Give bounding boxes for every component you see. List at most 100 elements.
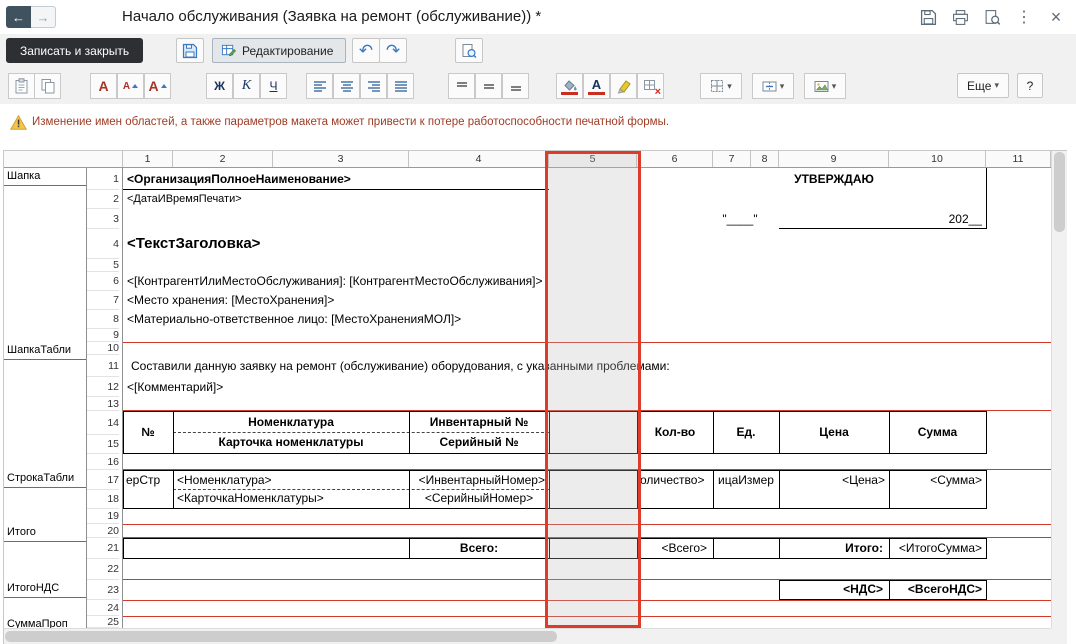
print-icon[interactable]	[950, 7, 970, 27]
cell-nds[interactable]: <НДС>	[779, 580, 883, 599]
row-header[interactable]: 8	[87, 310, 119, 329]
cell-th-unit[interactable]: Ед.	[713, 411, 779, 453]
font-size-decrease-button[interactable]: А	[117, 73, 144, 99]
vertical-scrollbar[interactable]	[1051, 151, 1067, 628]
back-button[interactable]: ←	[6, 6, 31, 28]
row-header[interactable]: 25	[87, 616, 119, 628]
row-header[interactable]: 3	[87, 209, 119, 229]
column-header[interactable]: 11	[986, 151, 1051, 167]
more-menu-icon[interactable]: ⋮	[1014, 7, 1034, 27]
cell-approve[interactable]: УТВЕРЖДАЮ	[779, 168, 889, 190]
cell-th-sum[interactable]: Сумма	[889, 411, 986, 453]
row-header[interactable]: 12	[87, 377, 119, 397]
cell-row-price[interactable]: <Цена>	[779, 470, 885, 490]
cell-request-text[interactable]: Составили данную заявку на ремонт (обслу…	[131, 355, 751, 377]
cell-counterparty[interactable]: <[КонтрагентИлиМестоОбслуживания]: [Конт…	[127, 272, 657, 291]
cell-row-inv[interactable]: <ИнвентарныйНомер>	[409, 470, 545, 490]
row-header[interactable]: 4	[87, 229, 119, 259]
valign-middle-button[interactable]	[475, 73, 502, 99]
area-label[interactable]: СтрокаТабли	[4, 470, 87, 488]
highlight-button[interactable]	[610, 73, 637, 99]
column-header-selected[interactable]: 5	[549, 151, 637, 167]
row-header[interactable]: 24	[87, 600, 119, 616]
print-preview-button[interactable]	[455, 38, 483, 63]
cell-itogo-label[interactable]: Итого:	[779, 538, 883, 559]
picture-dropdown[interactable]: ▾	[804, 73, 846, 99]
cell-row-serial[interactable]: <СерийныйНомер>	[409, 489, 549, 508]
cell-row-unit[interactable]: ицаИзмер	[713, 470, 779, 490]
vertical-scrollbar-thumb[interactable]	[1054, 152, 1065, 232]
underline-button[interactable]: Ч	[260, 73, 287, 99]
column-header[interactable]: 1	[123, 151, 173, 167]
column-header[interactable]: 7	[713, 151, 751, 167]
column-header[interactable]: 4	[409, 151, 549, 167]
font-color-button[interactable]: А	[583, 73, 610, 99]
align-right-button[interactable]	[360, 73, 387, 99]
help-button[interactable]: ?	[1017, 73, 1043, 98]
cell-th-qty[interactable]: Кол-во	[637, 411, 713, 453]
merge-cells-dropdown[interactable]: ▾	[752, 73, 794, 99]
area-label[interactable]: Итого	[4, 524, 87, 542]
cell-row-qty[interactable]: оличество>	[640, 470, 710, 490]
area-label[interactable]: ШапкаТабли	[4, 342, 87, 360]
horizontal-scrollbar-thumb[interactable]	[5, 631, 557, 642]
font-size-increase-button[interactable]: А	[144, 73, 171, 99]
row-header[interactable]: 15	[87, 435, 119, 454]
cell-storage[interactable]: <Место хранения: [МестоХранения]>	[127, 291, 547, 310]
cell-total-value[interactable]: <Всего>	[637, 538, 707, 559]
fill-color-button[interactable]	[556, 73, 583, 99]
cell-org-name[interactable]: <ОрганизацияПолноеНаименование>	[127, 168, 545, 190]
row-header[interactable]: 11	[87, 355, 119, 377]
cell-row-num[interactable]: ерСтр	[126, 470, 172, 490]
cell-datetime[interactable]: <ДатаИВремяПечати>	[127, 190, 427, 209]
column-header[interactable]: 3	[273, 151, 409, 167]
borders-dropdown[interactable]: ▾	[700, 73, 742, 99]
row-header[interactable]: 16	[87, 454, 119, 470]
save-icon[interactable]	[918, 7, 938, 27]
horizontal-scrollbar[interactable]	[4, 628, 1051, 644]
row-header[interactable]: 7	[87, 291, 119, 310]
column-header[interactable]: 9	[779, 151, 889, 167]
cell-th-card[interactable]: Карточка номенклатуры	[173, 432, 409, 453]
row-header[interactable]: 6	[87, 272, 119, 291]
row-header[interactable]: 10	[87, 342, 119, 355]
row-header[interactable]: 17	[87, 470, 119, 490]
valign-bottom-button[interactable]	[502, 73, 529, 99]
row-header[interactable]: 20	[87, 524, 119, 538]
row-header[interactable]: 1	[87, 168, 119, 190]
preview-icon[interactable]	[982, 7, 1002, 27]
cell-th-num[interactable]: №	[123, 411, 173, 453]
row-header[interactable]: 21	[87, 538, 119, 559]
column-header[interactable]: 10	[889, 151, 986, 167]
row-header[interactable]: 9	[87, 329, 119, 342]
row-header[interactable]: 19	[87, 509, 119, 524]
column-header[interactable]: 6	[637, 151, 713, 167]
italic-button[interactable]: К	[233, 73, 260, 99]
align-center-button[interactable]	[333, 73, 360, 99]
cell-row-nomenclature[interactable]: <Номенклатура>	[177, 470, 405, 490]
row-header[interactable]: 5	[87, 259, 119, 272]
valign-top-button[interactable]	[448, 73, 475, 99]
area-label[interactable]: Шапка	[4, 168, 87, 186]
cell-total-label[interactable]: Всего:	[409, 538, 549, 559]
cell-mol[interactable]: <Материально-ответственное лицо: [МестоХ…	[127, 310, 547, 329]
save-button[interactable]	[176, 38, 204, 63]
cell-th-inv[interactable]: Инвентарный №	[409, 411, 549, 432]
more-button[interactable]: Еще▾	[957, 73, 1009, 98]
column-header[interactable]: 8	[751, 151, 779, 167]
undo-button[interactable]: ↶	[352, 38, 380, 63]
align-left-button[interactable]	[306, 73, 333, 99]
cell-th-price[interactable]: Цена	[779, 411, 889, 453]
row-header[interactable]: 23	[87, 580, 119, 600]
row-header[interactable]: 2	[87, 190, 119, 209]
corner-cell[interactable]	[4, 151, 123, 167]
redo-button[interactable]: ↷	[379, 38, 407, 63]
cell-th-nomenclature[interactable]: Номенклатура	[173, 411, 409, 432]
cell-date-year[interactable]: 202__	[904, 209, 982, 229]
cell-vsego-nds[interactable]: <ВсегоНДС>	[889, 580, 982, 599]
cell-th-serial[interactable]: Серийный №	[409, 432, 549, 453]
font-button[interactable]: А	[90, 73, 117, 99]
cell-itogo-sum[interactable]: <ИтогоСумма>	[889, 538, 982, 559]
copy-button[interactable]	[34, 73, 61, 99]
row-header[interactable]: 18	[87, 490, 119, 509]
